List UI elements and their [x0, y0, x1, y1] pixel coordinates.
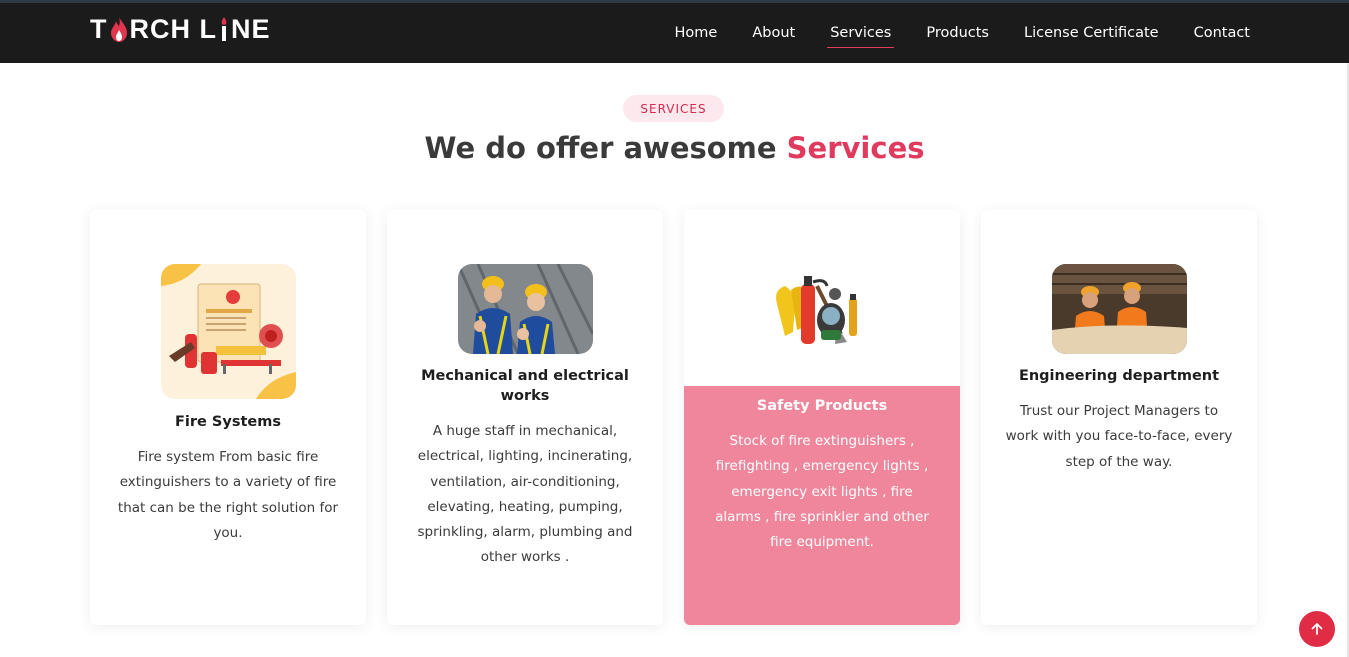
safety-equipment-icon	[755, 264, 890, 354]
nav-license-certificate[interactable]: License Certificate	[1021, 19, 1162, 47]
fire-prevention-icon	[161, 264, 296, 399]
nav-about[interactable]: About	[749, 19, 798, 47]
logo[interactable]: T RCH L NE	[90, 14, 271, 44]
logo-text-middle: RCH L	[129, 13, 217, 44]
logo-text-end: NE	[231, 13, 271, 44]
card-title: Mechanical and electrical works	[421, 368, 629, 404]
service-card-fire-systems[interactable]: Fire Systems Fire system From basic fire…	[90, 210, 366, 625]
torch-icon	[221, 17, 227, 41]
heading-main: We do offer awesome	[424, 131, 787, 165]
card-text: A huge staff in mechanical, electrical, …	[417, 423, 633, 566]
section-badge: SERVICES	[623, 95, 724, 122]
nav-services[interactable]: Services	[827, 19, 895, 48]
card-title: Engineering department	[1018, 368, 1220, 384]
card-text: Stock of fire extinguishers , firefighti…	[715, 433, 929, 551]
back-to-top-button[interactable]	[1299, 611, 1335, 647]
card-title: Fire Systems	[175, 414, 281, 430]
card-title: Safety Products	[756, 398, 888, 414]
workers-photo	[458, 264, 593, 354]
card-text: Fire system From basic fire extinguisher…	[117, 449, 339, 541]
card-text: Trust our Project Managers to work with …	[1005, 403, 1233, 470]
logo-text-start: T	[90, 13, 108, 44]
service-card-engineering[interactable]: Engineering department Trust our Project…	[981, 210, 1257, 625]
section-heading: We do offer awesome Services	[0, 131, 1349, 165]
arrow-up-icon	[1311, 623, 1323, 635]
heading-accent: Services	[786, 131, 925, 165]
service-card-safety-products[interactable]: Safety Products Stock of fire extinguish…	[684, 210, 960, 625]
navbar: T RCH L NE Home About Services Products …	[0, 3, 1349, 63]
nav-home[interactable]: Home	[672, 19, 721, 47]
nav-products[interactable]: Products	[923, 19, 992, 47]
engineers-photo	[1052, 264, 1187, 354]
service-card-mechanical-electrical[interactable]: Mechanical and electrical works A huge s…	[387, 210, 663, 625]
main-nav: Home About Services Products License Cer…	[643, 3, 1253, 63]
nav-contact[interactable]: Contact	[1191, 19, 1253, 47]
flame-icon	[110, 17, 127, 42]
